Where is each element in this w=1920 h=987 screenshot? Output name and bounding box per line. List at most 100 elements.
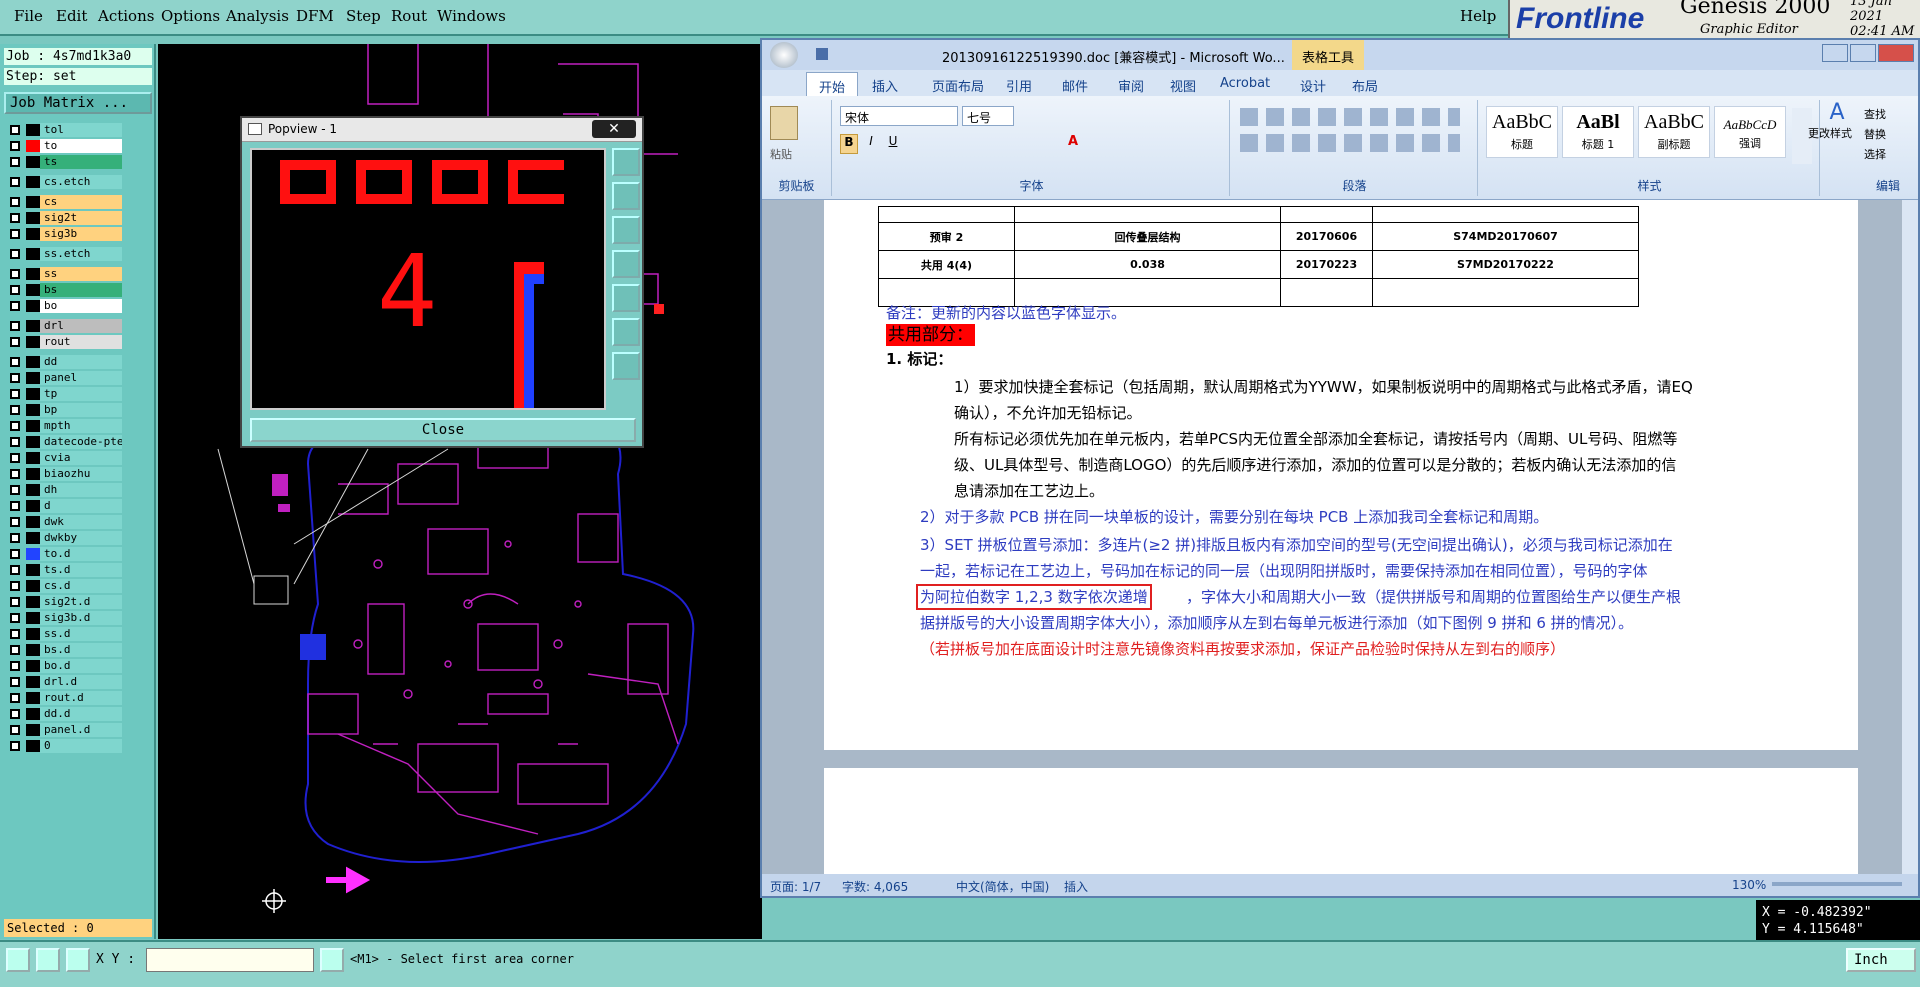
change-styles-button[interactable]: A 更改样式 <box>1808 100 1854 160</box>
tab-view[interactable]: 视图 <box>1170 76 1196 95</box>
status-zoom[interactable]: 130% <box>1732 878 1766 892</box>
layer-checkbox[interactable] <box>10 501 20 511</box>
layer-checkbox[interactable] <box>10 453 20 463</box>
style-subtitle[interactable]: AaBbC 副标题 <box>1638 106 1710 158</box>
job-matrix-button[interactable]: Job Matrix ... <box>4 92 152 114</box>
layer-row[interactable]: cs <box>4 194 122 210</box>
layer-row[interactable]: mpth <box>4 418 122 434</box>
layer-checkbox[interactable] <box>10 533 20 543</box>
layer-checkbox[interactable] <box>10 197 20 207</box>
layer-checkbox[interactable] <box>10 693 20 703</box>
tab-insert[interactable]: 插入 <box>872 76 898 95</box>
layer-checkbox[interactable] <box>10 321 20 331</box>
fit-icon[interactable] <box>612 318 640 346</box>
underline-button[interactable]: U <box>884 134 902 154</box>
layer-row[interactable]: bp <box>4 402 122 418</box>
grid-icon[interactable] <box>66 948 90 972</box>
layer-row[interactable]: rout.d <box>4 690 122 706</box>
tab-acrobat[interactable]: Acrobat <box>1220 76 1270 91</box>
popview-close-x-button[interactable]: ✕ <box>592 120 636 138</box>
layer-checkbox[interactable] <box>10 677 20 687</box>
tab-design[interactable]: 设计 <box>1300 76 1326 95</box>
office-button-icon[interactable] <box>770 42 798 68</box>
layer-row[interactable]: dd.d <box>4 706 122 722</box>
layer-row[interactable]: dwk <box>4 514 122 530</box>
layer-checkbox[interactable] <box>10 249 20 259</box>
list-buttons[interactable] <box>1240 108 1460 126</box>
layer-row[interactable]: ss <box>4 266 122 282</box>
layer-checkbox[interactable] <box>10 177 20 187</box>
select-button[interactable]: 选择 <box>1864 146 1886 162</box>
layer-checkbox[interactable] <box>10 437 20 447</box>
layer-row[interactable]: drl <box>4 318 122 334</box>
layer-row[interactable]: to <box>4 138 122 154</box>
layer-checkbox[interactable] <box>10 661 20 671</box>
layer-checkbox[interactable] <box>10 613 20 623</box>
tab-mailings[interactable]: 邮件 <box>1062 76 1088 95</box>
maximize-icon[interactable] <box>1850 44 1876 62</box>
layer-checkbox[interactable] <box>10 725 20 735</box>
word-titlebar[interactable]: 20130916122519390.doc [兼容模式] - Microsoft… <box>762 40 1918 70</box>
center-icon[interactable] <box>612 352 640 380</box>
layer-row[interactable]: d <box>4 498 122 514</box>
tab-page-layout[interactable]: 页面布局 <box>932 76 984 95</box>
layer-checkbox[interactable] <box>10 741 20 751</box>
layer-row[interactable]: cs.d <box>4 578 122 594</box>
layer-checkbox[interactable] <box>10 157 20 167</box>
style-emphasis[interactable]: AaBbCcD 强调 <box>1714 106 1786 158</box>
document-area[interactable]: 预审 2 回传叠层结构 20170606 S74MD20170607 共用 4(… <box>762 200 1918 874</box>
menu-windows[interactable]: Windows <box>437 7 506 25</box>
info-icon[interactable] <box>320 948 344 972</box>
find-button[interactable]: 查找 <box>1864 106 1886 122</box>
layer-row[interactable]: cs.etch <box>4 174 122 190</box>
tab-layout[interactable]: 布局 <box>1352 76 1378 95</box>
popview-close-button[interactable]: Close <box>250 418 636 442</box>
layer-checkbox[interactable] <box>10 229 20 239</box>
paste-icon[interactable] <box>770 106 798 140</box>
layer-checkbox[interactable] <box>10 469 20 479</box>
font-name-select[interactable]: 宋体 <box>840 106 958 126</box>
style-heading1[interactable]: AaBl 标题 1 <box>1562 106 1634 158</box>
layer-row[interactable]: sig3b.d <box>4 610 122 626</box>
menu-dfm[interactable]: DFM <box>296 7 334 25</box>
layer-row[interactable]: cvia <box>4 450 122 466</box>
layer-checkbox[interactable] <box>10 269 20 279</box>
layer-checkbox[interactable] <box>10 485 20 495</box>
popview-titlebar[interactable]: Popview - 1 ✕ <box>242 118 642 142</box>
status-language[interactable]: 中文(简体，中国) <box>956 878 1049 895</box>
layer-checkbox[interactable] <box>10 405 20 415</box>
vertical-scrollbar[interactable] <box>1902 200 1918 874</box>
save-icon[interactable] <box>816 48 828 60</box>
zoom-home-icon[interactable] <box>612 148 640 176</box>
zoom-in-icon[interactable] <box>612 182 640 210</box>
layer-checkbox[interactable] <box>10 301 20 311</box>
tab-references[interactable]: 引用 <box>1006 76 1032 95</box>
menu-options[interactable]: Options <box>161 7 220 25</box>
layer-row[interactable]: panel.d <box>4 722 122 738</box>
layer-checkbox[interactable] <box>10 629 20 639</box>
layer-row[interactable]: bs.d <box>4 642 122 658</box>
font-size-select[interactable]: 七号 <box>962 106 1014 126</box>
menu-help[interactable]: Help <box>1460 7 1496 25</box>
layer-row[interactable]: bs <box>4 282 122 298</box>
menu-step[interactable]: Step <box>346 7 381 25</box>
layer-checkbox[interactable] <box>10 213 20 223</box>
layer-checkbox[interactable] <box>10 581 20 591</box>
layer-row[interactable]: bo <box>4 298 122 314</box>
layer-row[interactable]: dh <box>4 482 122 498</box>
layer-row[interactable]: sig2t.d <box>4 594 122 610</box>
close-icon[interactable] <box>1878 44 1914 62</box>
layer-checkbox[interactable] <box>10 709 20 719</box>
measure-icon[interactable] <box>36 948 60 972</box>
layer-checkbox[interactable] <box>10 125 20 135</box>
layer-row[interactable]: bo.d <box>4 658 122 674</box>
layer-row[interactable]: dwkby <box>4 530 122 546</box>
font-color-button[interactable]: A <box>1064 134 1082 154</box>
layer-row[interactable]: 0 <box>4 738 122 754</box>
pan-left-icon[interactable] <box>612 250 640 278</box>
menu-file[interactable]: File <box>14 7 43 25</box>
layer-row[interactable]: ss.etch <box>4 246 122 262</box>
popview-zoom-view[interactable]: 4 <box>250 148 606 410</box>
layer-checkbox[interactable] <box>10 565 20 575</box>
menu-analysis[interactable]: Analysis <box>226 7 289 25</box>
